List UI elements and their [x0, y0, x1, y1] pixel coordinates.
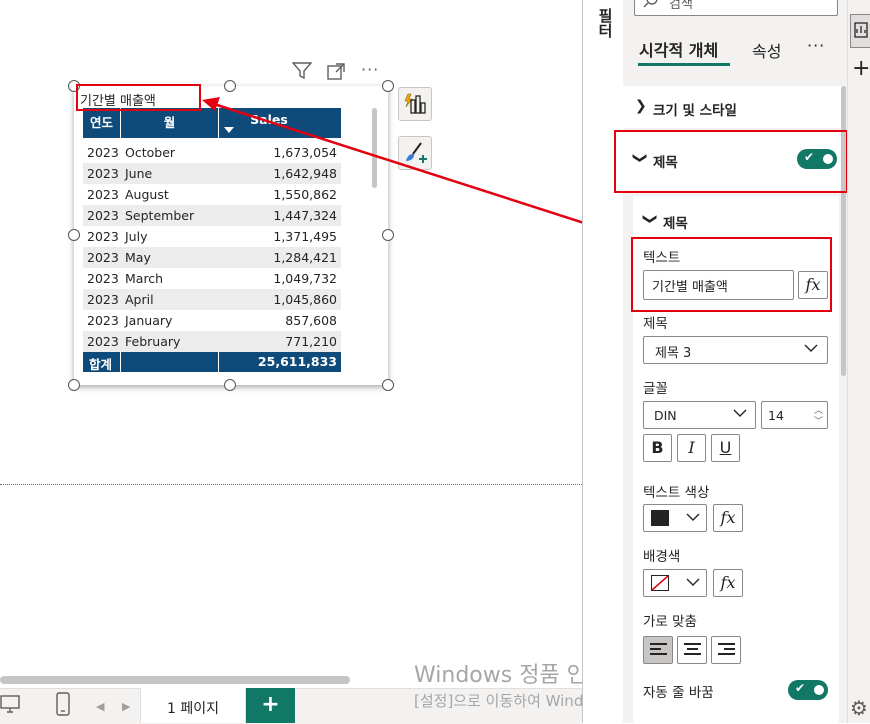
- gear-icon[interactable]: ⚙: [850, 696, 868, 720]
- bold-button[interactable]: B: [643, 434, 672, 462]
- font-size-value: 14: [768, 408, 784, 423]
- search-input[interactable]: 검색: [634, 0, 838, 16]
- tab-visual[interactable]: 시각적 개체: [639, 37, 718, 61]
- section-size-style[interactable]: ❯ 크기 및 스타일: [623, 86, 843, 128]
- font-label: 글꼴: [643, 381, 668, 397]
- mobile-layout-icon[interactable]: [55, 692, 71, 720]
- filters-pane-label[interactable]: 필터: [595, 8, 616, 38]
- add-page-button[interactable]: +: [246, 688, 295, 723]
- align-right-button[interactable]: [711, 636, 741, 664]
- check-icon: ✔: [795, 681, 806, 695]
- text-color-picker[interactable]: [643, 504, 707, 532]
- chevron-down-icon: ❯: [641, 213, 658, 225]
- heading-label: 제목: [643, 316, 668, 332]
- canvas-horizontal-scrollbar[interactable]: [0, 676, 350, 684]
- font-size-stepper[interactable]: 14 ︿ ﹀: [761, 401, 828, 429]
- italic-button[interactable]: I: [677, 434, 706, 462]
- page-tab-1[interactable]: 1 페이지: [140, 688, 246, 723]
- search-placeholder: 검색: [669, 0, 693, 12]
- horizontal-align-label: 가로 맞춤: [643, 614, 697, 630]
- heading-value: 제목 3: [655, 346, 692, 361]
- background-color-fx-button[interactable]: fx: [713, 569, 743, 597]
- background-color-label: 배경색: [643, 549, 681, 565]
- text-color-swatch: [651, 510, 669, 526]
- more-options-icon[interactable]: ···: [807, 36, 825, 55]
- active-tab-indicator: [638, 63, 730, 66]
- text-color-fx-button[interactable]: fx: [713, 504, 743, 532]
- underline-button[interactable]: U: [711, 434, 740, 462]
- text-color-label: 텍스트 색상: [643, 485, 710, 501]
- align-center-button[interactable]: [677, 636, 707, 664]
- chevron-down-icon: [686, 511, 700, 527]
- desktop-layout-icon[interactable]: [0, 694, 22, 718]
- next-page-icon[interactable]: ▶: [122, 700, 130, 713]
- font-family-value: DIN: [654, 408, 677, 423]
- background-color-picker[interactable]: [643, 569, 707, 597]
- format-pane: 검색 시각적 개체 속성 ··· ❯ 크기 및 스타일 ❯ 제목 ✔ ❯ 제목 …: [623, 0, 847, 723]
- highlight-title-section: [614, 130, 848, 193]
- prev-page-icon[interactable]: ◀: [96, 700, 104, 713]
- activation-watermark-title: Windows 정품 인증: [414, 663, 608, 688]
- far-right-pane-strip: + ⚙: [847, 0, 870, 723]
- add-icon[interactable]: +: [852, 56, 870, 81]
- visualizations-pane-icon[interactable]: [850, 14, 870, 48]
- chevron-down-icon[interactable]: ﹀: [814, 414, 823, 427]
- page-tab-label: 1 페이지: [167, 701, 219, 717]
- font-family-select[interactable]: DIN: [643, 401, 756, 429]
- auto-wrap-label: 자동 줄 바꿈: [643, 685, 714, 701]
- chevron-down-icon: [804, 342, 818, 358]
- section-size-style-label: 크기 및 스타일: [653, 103, 737, 119]
- heading-select[interactable]: 제목 3: [643, 336, 828, 364]
- no-color-swatch-icon: [651, 575, 669, 595]
- highlight-text-field: [631, 237, 832, 312]
- align-left-button[interactable]: [643, 636, 673, 664]
- filters-collapsed-pane[interactable]: 필터: [583, 0, 623, 723]
- search-icon: [643, 0, 659, 13]
- auto-wrap-toggle[interactable]: ✔: [788, 680, 828, 700]
- subsection-title-label[interactable]: 제목: [663, 212, 688, 232]
- tab-properties[interactable]: 속성: [752, 38, 781, 62]
- chevron-down-icon: [686, 576, 700, 592]
- chevron-down-icon: [733, 407, 747, 423]
- chevron-right-icon: ❯: [635, 98, 647, 114]
